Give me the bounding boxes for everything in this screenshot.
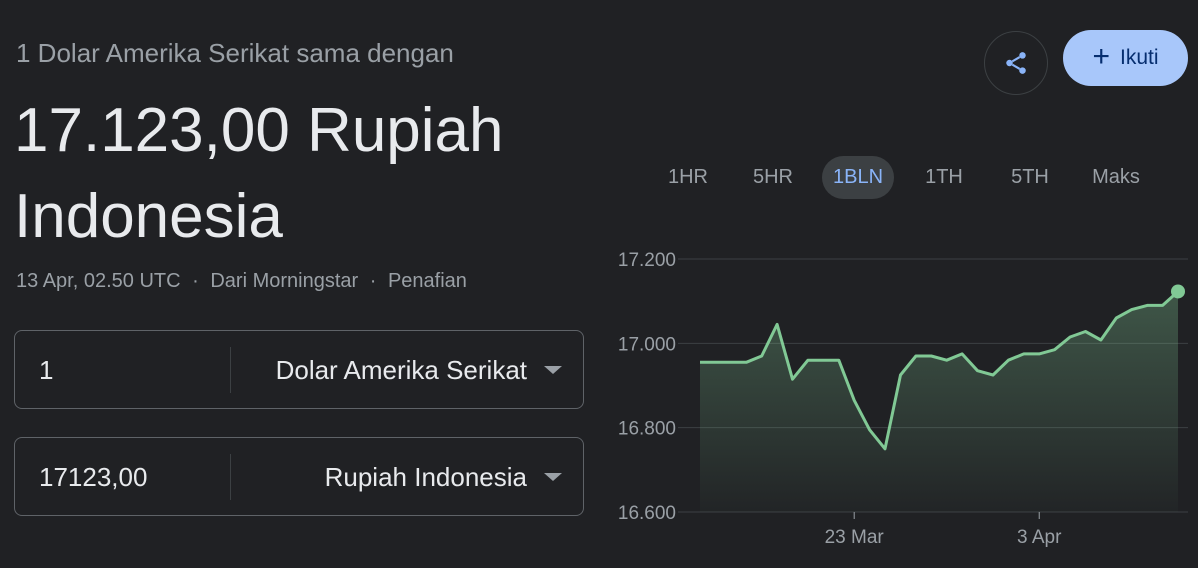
exchange-rate-chart: 17.200 17.000 16.800 16.600 23 Mar 3 Apr bbox=[618, 250, 1188, 548]
x-tick-label: 23 Mar bbox=[825, 527, 885, 548]
latest-point-marker bbox=[1171, 284, 1185, 299]
y-tick-label: 16.600 bbox=[618, 503, 676, 524]
y-tick-label: 17.200 bbox=[618, 250, 676, 271]
series-area bbox=[700, 291, 1178, 512]
y-tick-label: 16.800 bbox=[618, 419, 676, 440]
x-tick-label: 3 Apr bbox=[1017, 527, 1062, 548]
y-tick-label: 17.000 bbox=[618, 334, 676, 355]
